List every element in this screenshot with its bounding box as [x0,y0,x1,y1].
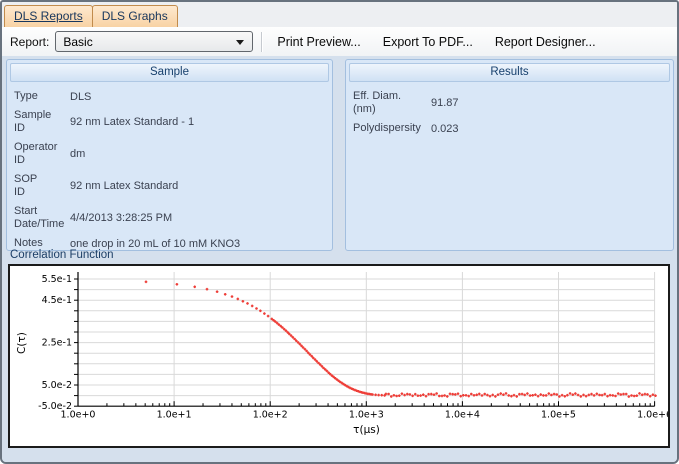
report-combobox[interactable]: Basic [55,31,253,52]
report-toolbar: Report: Basic Print Preview... Export To… [2,27,677,56]
panel-row-value: 91.87 [431,97,667,109]
toolbar-separator [261,32,262,52]
results-row: Eff. Diam. (nm) 91.87 [346,87,673,119]
dls-report-window: DLS Reports DLS Graphs Report: Basic Pri… [0,0,679,464]
panel-row-label: Operator ID [14,141,70,167]
report-combobox-value: Basic [63,35,92,49]
tab-dls-graphs-label: DLS Graphs [102,9,168,23]
x-tick-label: 1.0e+1 [157,410,192,421]
chevron-down-icon [236,40,244,45]
y-tick-label: 4.5e-1 [42,295,72,306]
panel-row-value: dm [70,148,326,160]
tab-bar: DLS Reports DLS Graphs [2,2,677,27]
correlation-data-points [145,281,657,398]
x-axis-title: τ(μs) [353,424,380,436]
sample-row: SOP ID 92 nm Latex Standard [7,170,332,202]
sample-rows: Type DLS Sample ID 92 nm Latex Standard … [7,85,332,253]
panel-row-label: Sample ID [14,109,70,135]
x-tick-label: 1.0e+2 [253,410,288,421]
sample-row: Start Date/Time 4/4/2013 3:28:25 PM [7,202,332,234]
correlation-chart: 1.0e+01.0e+11.0e+21.0e+31.0e+41.0e+51.0e… [8,264,670,448]
tab-dls-reports-label: DLS Reports [14,9,83,23]
panel-row-value: 92 nm Latex Standard - 1 [70,116,326,128]
report-content: Sample Type DLS Sample ID 92 nm Latex St… [2,56,677,462]
sample-row: Sample ID 92 nm Latex Standard - 1 [7,106,332,138]
panel-row-label: Eff. Diam. (nm) [353,90,431,116]
panel-row-label: Type [14,90,70,103]
chart-generated-layer: 1.0e+01.0e+11.0e+21.0e+31.0e+41.0e+51.0e… [38,272,668,421]
tab-dls-graphs[interactable]: DLS Graphs [92,5,178,27]
panel-row-value: 4/4/2013 3:28:25 PM [70,212,326,224]
print-preview-button[interactable]: Print Preview... [266,31,371,53]
results-rows: Eff. Diam. (nm) 91.87 Polydispersity 0.0… [346,85,673,138]
sample-row: Operator ID dm [7,138,332,170]
results-row: Polydispersity 0.023 [346,119,673,138]
x-tick-label: 1.0e+6 [637,410,668,421]
panel-row-value: one drop in 20 mL of 10 mM KNO3 [70,238,326,250]
chart-section-title: Correlation Function [10,249,114,261]
y-axis-title: C(τ) [16,332,28,354]
report-label: Report: [10,35,49,49]
panel-row-value: 0.023 [431,123,667,135]
y-tick-label: 5.0e-2 [42,380,72,391]
sample-row: Type DLS [7,87,332,106]
panel-row-value: DLS [70,91,326,103]
panel-row-label: Polydispersity [353,122,431,135]
panel-row-value: 92 nm Latex Standard [70,180,326,192]
tab-dls-reports[interactable]: DLS Reports [4,5,93,27]
report-designer-button[interactable]: Report Designer... [484,31,607,53]
export-to-pdf-button[interactable]: Export To PDF... [372,31,484,53]
panel-row-label: SOP ID [14,173,70,199]
x-tick-label: 1.0e+3 [349,410,384,421]
x-tick-label: 1.0e+4 [445,410,480,421]
y-tick-label: -5.0e-2 [38,401,72,412]
panel-row-label: Start Date/Time [14,205,70,231]
y-tick-label: 5.5e-1 [42,274,72,285]
results-panel: Results Eff. Diam. (nm) 91.87 Polydisper… [345,59,674,251]
sample-panel: Sample Type DLS Sample ID 92 nm Latex St… [6,59,333,251]
sample-panel-header: Sample [10,63,329,82]
x-tick-label: 1.0e+5 [541,410,576,421]
results-panel-header: Results [349,63,670,82]
correlation-chart-svg: 1.0e+01.0e+11.0e+21.0e+31.0e+41.0e+51.0e… [10,266,668,446]
y-tick-label: 2.5e-1 [42,338,72,349]
